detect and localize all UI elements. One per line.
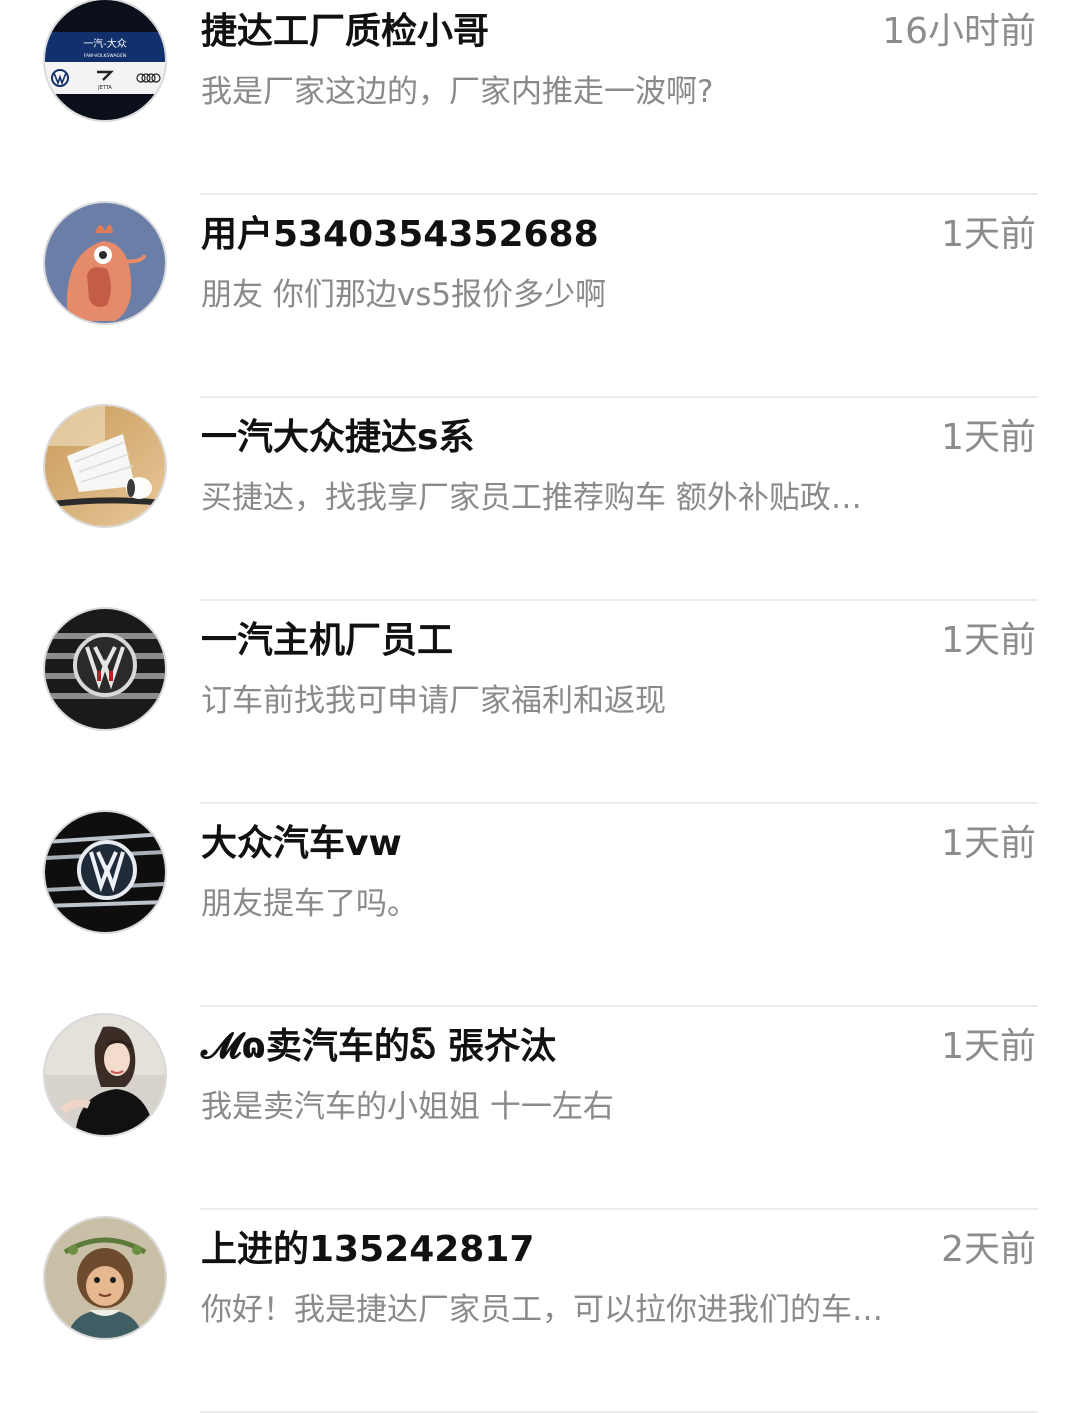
conversation-time: 1天前	[941, 1026, 1036, 1067]
conversation-name: 大众汽车vw	[201, 823, 402, 864]
avatar[interactable]	[43, 1013, 167, 1137]
avatar[interactable]	[43, 404, 167, 528]
conversation-preview: 我是厂家这边的，厂家内推走一波啊?	[201, 74, 714, 110]
conversation-item[interactable]: 一汽-大众 FAW-VOLKSWAGEN JETTA 捷达工厂质检小哥 16小时…	[0, 0, 1080, 195]
conversation-item[interactable]: 上进的135242817 2天前 你好！我是捷达厂家员工，可以拉你进我们的车友群	[0, 1210, 1080, 1413]
avatar-brand-en: FAW-VOLKSWAGEN	[84, 53, 126, 59]
avatar[interactable]	[43, 201, 167, 325]
vw-chrome-grille-icon	[45, 812, 165, 932]
conversation-list: 一汽-大众 FAW-VOLKSWAGEN JETTA 捷达工厂质检小哥 16小时…	[0, 0, 1080, 1413]
conversation-time: 16小时前	[882, 11, 1036, 52]
conversation-name: 捷达工厂质检小哥	[201, 11, 490, 52]
conversation-preview: 朋友提车了吗。	[201, 886, 418, 922]
avatar-brand-cn: 一汽-大众	[83, 37, 127, 50]
conversation-preview: 我是卖汽车的小姐姐 十一左右	[201, 1089, 614, 1125]
cartoon-bird-icon	[45, 203, 165, 323]
vw-grille-logo-icon	[45, 609, 165, 729]
conversation-name: 用户5340354352688	[201, 214, 599, 255]
conversation-time: 1天前	[941, 620, 1036, 661]
woman-portrait-icon	[45, 1015, 165, 1135]
conversation-name: 上进的135242817	[201, 1229, 535, 1270]
avatar[interactable]	[43, 810, 167, 934]
conversation-time: 1天前	[941, 417, 1036, 458]
avatar-jetta-text: JETTA	[97, 85, 112, 91]
conversation-name: 一汽大众捷达s系	[201, 417, 475, 458]
conversation-name: 一汽主机厂员工	[201, 620, 454, 661]
conversation-item[interactable]: 一汽大众捷达s系 1天前 买捷达，找我享厂家员工推荐购车 额外补贴政策，点我头像…	[0, 398, 1080, 601]
conversation-preview: 你好！我是捷达厂家员工，可以拉你进我们的车友群	[201, 1292, 891, 1328]
conversation-preview: 订车前找我可申请厂家福利和返现	[201, 683, 666, 719]
conversation-item[interactable]: 一汽主机厂员工 1天前 订车前找我可申请厂家福利和返现	[0, 601, 1080, 804]
conversation-preview: 买捷达，找我享厂家员工推荐购车 额外补贴政策，点我头像私信我	[201, 480, 891, 516]
badminton-shuttlecock-icon	[45, 406, 165, 526]
conversation-item[interactable]: 𝓜ɷ卖汽车的ప్ 張岕汰 1天前 我是卖汽车的小姐姐 十一左右	[0, 1007, 1080, 1210]
avatar[interactable]: 一汽-大众 FAW-VOLKSWAGEN JETTA	[43, 0, 167, 122]
faw-vw-jetta-logo-icon: 一汽-大众 FAW-VOLKSWAGEN JETTA	[45, 0, 165, 120]
avatar[interactable]	[43, 1216, 167, 1340]
conversation-item[interactable]: 大众汽车vw 1天前 朋友提车了吗。	[0, 804, 1080, 1007]
conversation-time: 1天前	[941, 214, 1036, 255]
conversation-name: 𝓜ɷ卖汽车的ప్ 張岕汰	[201, 1026, 556, 1067]
conversation-time: 1天前	[941, 823, 1036, 864]
conversation-preview: 朋友 你们那边vs5报价多少啊	[201, 277, 607, 313]
conversation-item[interactable]: 用户5340354352688 1天前 朋友 你们那边vs5报价多少啊	[0, 195, 1080, 398]
avatar[interactable]	[43, 607, 167, 731]
conversation-time: 2天前	[941, 1229, 1036, 1270]
monkey-portrait-icon	[45, 1218, 165, 1338]
